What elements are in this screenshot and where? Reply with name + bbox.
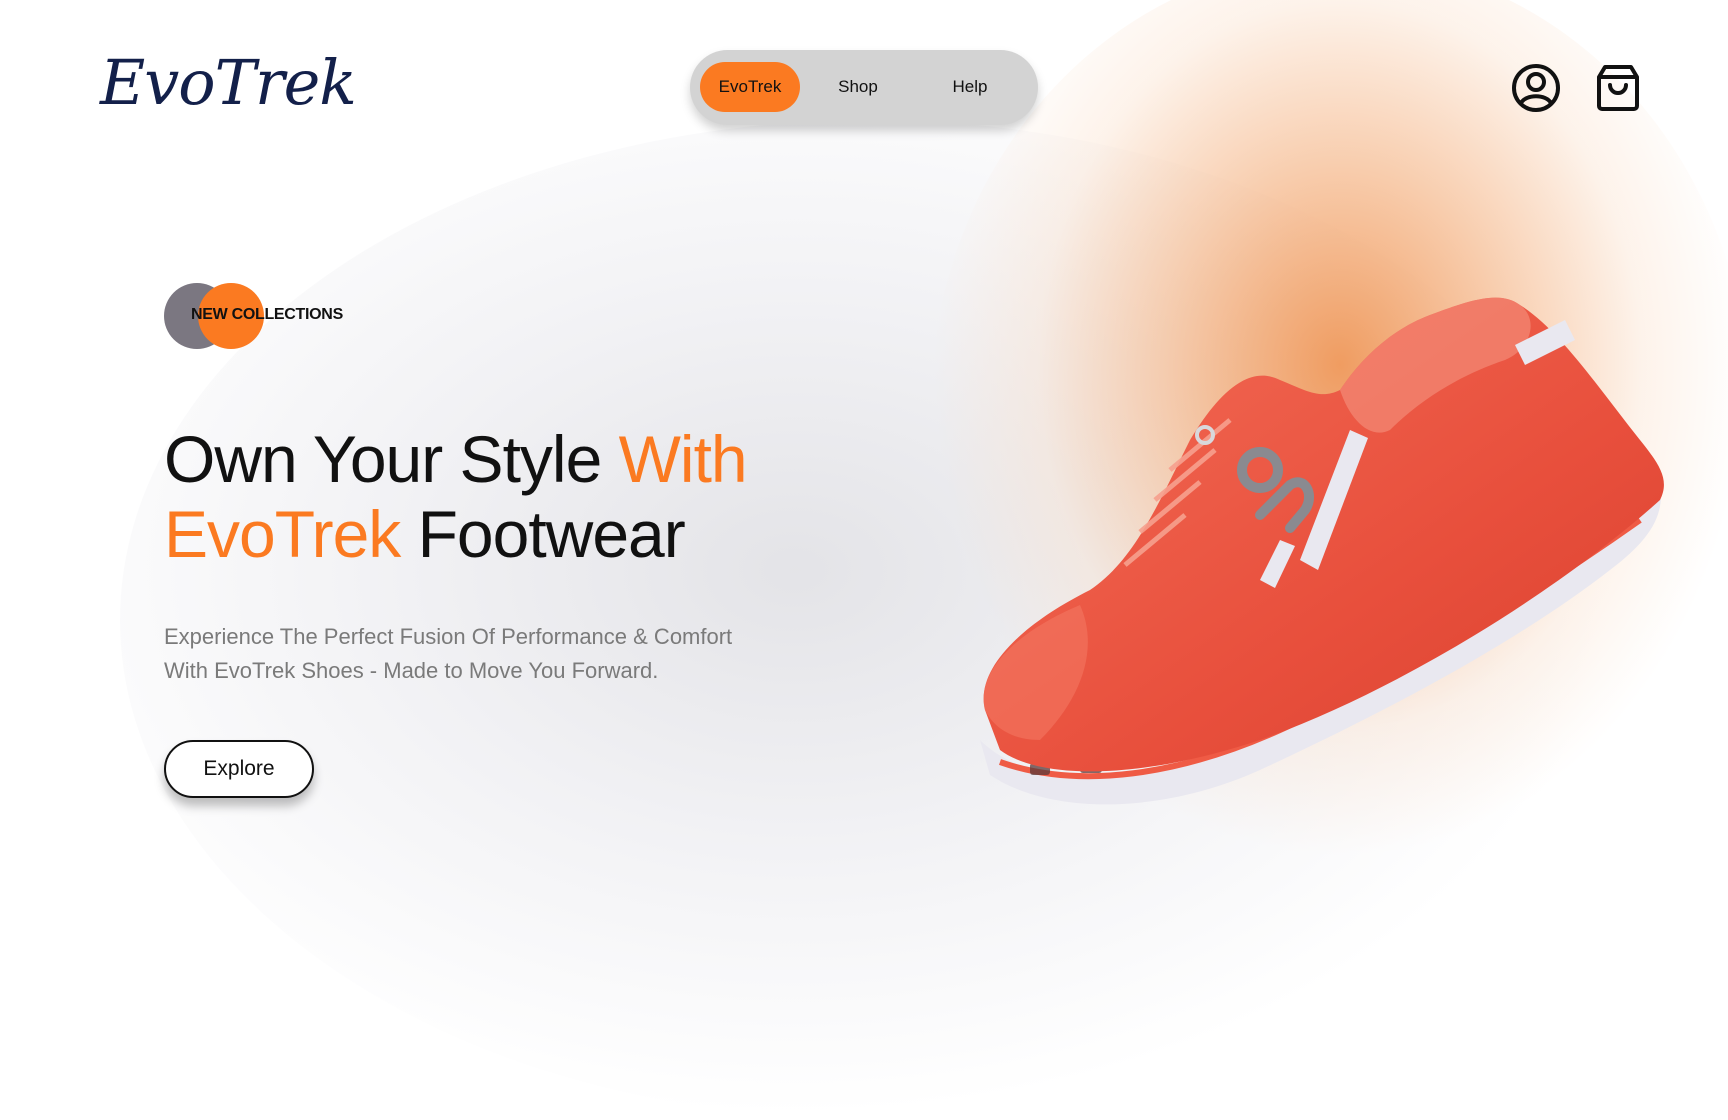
hero-subtext-line2: With EvoTrek Shoes - Made to Move You Fo… <box>164 658 659 683</box>
shoe-image <box>980 297 1664 805</box>
shopping-bag-icon <box>1597 65 1639 111</box>
new-collections-badge: NEW COLLECTIONS <box>191 306 343 323</box>
headline-accent-brand: EvoTrek <box>164 497 401 571</box>
cart-button[interactable] <box>1592 62 1644 114</box>
user-circle-icon <box>1512 64 1560 112</box>
main-nav: EvoTrek Shop Help <box>690 50 1038 125</box>
brand-logo[interactable]: EvoTrek <box>100 46 357 119</box>
explore-button[interactable]: Explore <box>164 740 314 798</box>
hero-subtext-line1: Experience The Perfect Fusion Of Perform… <box>164 624 733 649</box>
headline-part1: Own Your Style <box>164 422 619 496</box>
hero-subtext: Experience The Perfect Fusion Of Perform… <box>164 620 864 688</box>
nav-item-evotrek[interactable]: EvoTrek <box>700 62 800 112</box>
nav-item-help[interactable]: Help <box>920 62 1020 112</box>
headline-part4: Footwear <box>400 497 686 571</box>
headline-accent-with: With <box>618 422 748 496</box>
hero-headline: Own Your Style With EvoTrek Footwear <box>164 422 864 572</box>
account-button[interactable] <box>1510 62 1562 114</box>
nav-item-shop[interactable]: Shop <box>808 62 908 112</box>
